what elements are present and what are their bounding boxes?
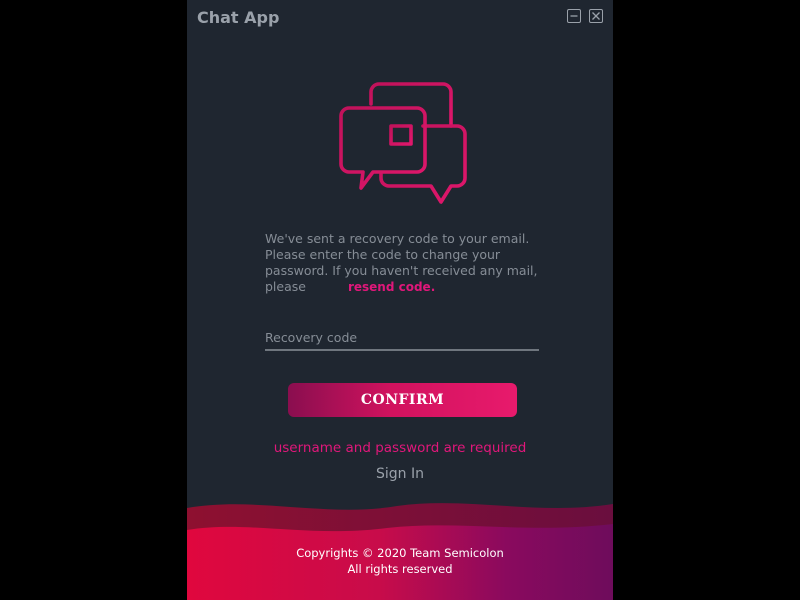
- app-window: Chat App We've sent a recovery code to y…: [187, 0, 613, 600]
- resend-code-link[interactable]: resend code.: [348, 280, 435, 294]
- minimize-button[interactable]: [567, 9, 581, 23]
- window-title: Chat App: [197, 8, 280, 27]
- error-message: username and password are required: [273, 440, 527, 456]
- sign-in-link[interactable]: Sign In: [187, 466, 613, 482]
- close-button[interactable]: [589, 9, 603, 23]
- chat-bubbles-icon: [339, 82, 467, 204]
- confirm-button[interactable]: CONFIRM: [288, 383, 517, 417]
- recovery-message: We've sent a recovery code to your email…: [265, 231, 545, 295]
- rights-text: All rights reserved: [347, 562, 453, 576]
- minimize-icon: [570, 15, 578, 17]
- footer: Copyrights © 2020 Team Semicolon All rig…: [187, 545, 613, 577]
- recovery-code-input[interactable]: [265, 326, 539, 348]
- recovery-code-field: [265, 326, 539, 351]
- close-icon: [592, 12, 600, 20]
- copyright-text: Copyrights © 2020 Team Semicolon: [296, 546, 504, 560]
